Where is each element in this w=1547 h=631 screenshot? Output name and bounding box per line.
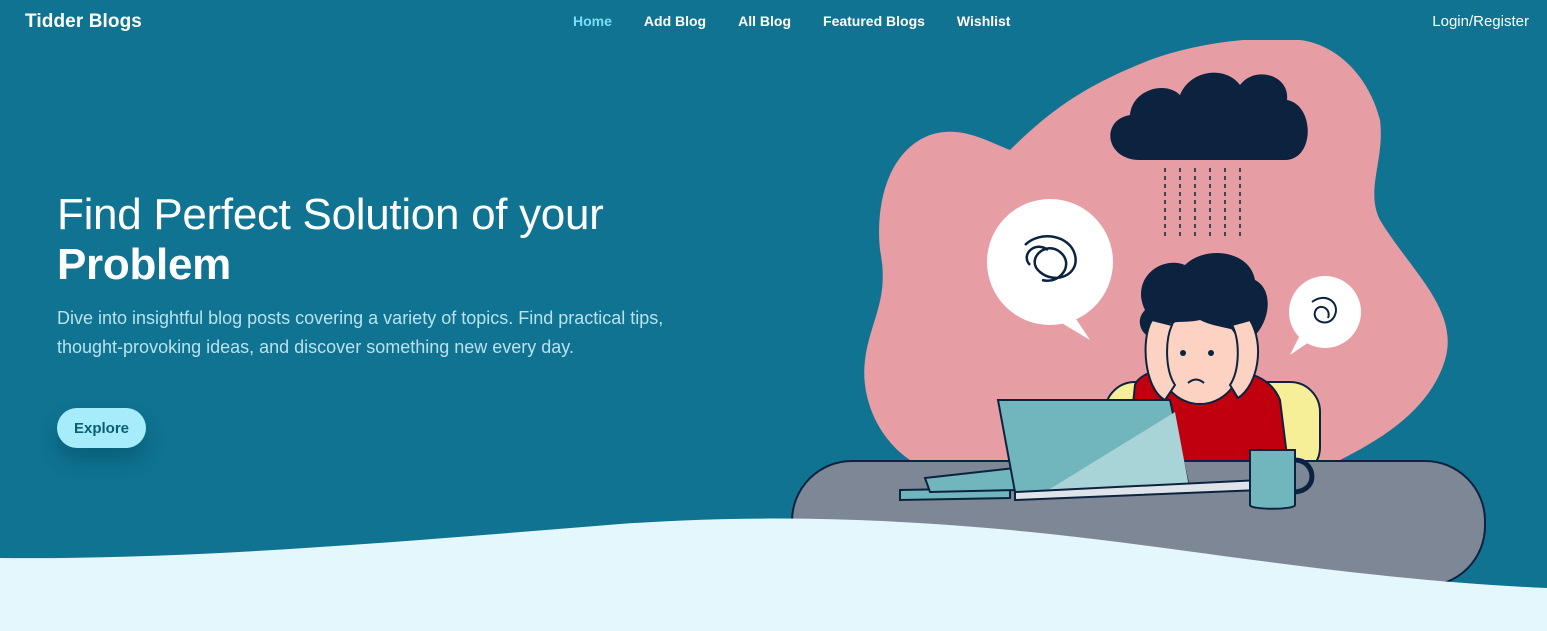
nav-link-home[interactable]: Home — [573, 13, 612, 29]
hero-wave — [0, 518, 1547, 631]
explore-button[interactable]: Explore — [57, 408, 146, 448]
hero-description: Dive into insightful blog posts covering… — [57, 308, 664, 357]
hero-headline-line2: Problem — [57, 240, 231, 289]
hero-text: Find Perfect Solution of your Problem Di… — [57, 190, 697, 362]
nav-link-wishlist[interactable]: Wishlist — [957, 13, 1011, 29]
nav-link-add-blog[interactable]: Add Blog — [644, 13, 706, 29]
navbar: Tidder Blogs Home Add Blog All Blog Feat… — [0, 0, 1547, 44]
nav-links: Home Add Blog All Blog Featured Blogs Wi… — [573, 13, 1042, 29]
hero-headline: Find Perfect Solution of your Problem — [57, 190, 697, 290]
login-register-link[interactable]: Login/Register — [1432, 13, 1529, 30]
nav-link-featured-blogs[interactable]: Featured Blogs — [823, 13, 925, 29]
hero-headline-line1: Find Perfect Solution of your — [57, 190, 604, 239]
brand-logo[interactable]: Tidder Blogs — [25, 11, 142, 33]
nav-link-all-blog[interactable]: All Blog — [738, 13, 791, 29]
